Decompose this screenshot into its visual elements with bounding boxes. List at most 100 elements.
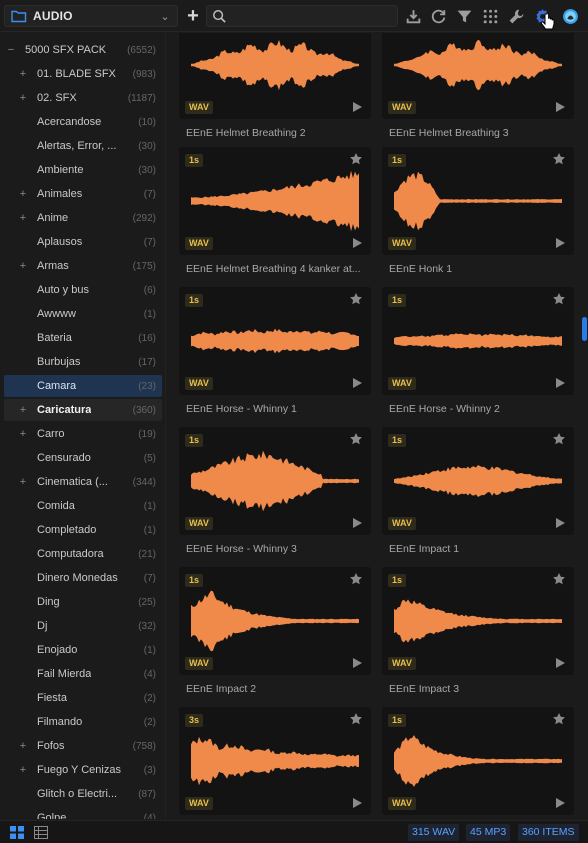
sidebar-item[interactable]: + Anime (292)	[4, 207, 162, 229]
tools-button[interactable]	[506, 6, 526, 26]
expand-icon[interactable]: +	[18, 476, 28, 488]
play-icon[interactable]	[554, 237, 566, 249]
sidebar-item[interactable]: Alertas, Error, ... (30)	[4, 135, 162, 157]
asset-card[interactable]: WAV EEnE Helmet Breathing 3	[382, 33, 574, 151]
asset-card[interactable]: 1s WAV EEnE Helmet Breathing 4 kanker at..…	[179, 147, 371, 287]
sidebar-item[interactable]: Burbujas (17)	[4, 351, 162, 373]
play-icon[interactable]	[351, 517, 363, 529]
sidebar-item[interactable]: + Cinematica (... (344)	[4, 471, 162, 493]
folder-dropdown[interactable]: AUDIO ⌄	[4, 5, 178, 27]
expand-icon[interactable]: +	[18, 92, 28, 104]
sidebar-item[interactable]: Fiesta (2)	[4, 687, 162, 709]
star-icon[interactable]	[552, 572, 566, 586]
sidebar-item[interactable]: Fail Mierda (4)	[4, 663, 162, 685]
sidebar-item[interactable]: Ding (25)	[4, 591, 162, 613]
sidebar-item[interactable]: Auto y bus (6)	[4, 279, 162, 301]
app-logo-button[interactable]	[560, 6, 580, 26]
asset-card[interactable]: 1s WAV EEnE Horse - Whinny 3	[179, 427, 371, 567]
search-box[interactable]	[206, 5, 398, 27]
scrollbar-thumb[interactable]	[582, 317, 587, 341]
asset-card[interactable]: 1s WAV	[382, 707, 574, 819]
waveform-thumbnail[interactable]: 1s WAV	[179, 287, 371, 395]
play-icon[interactable]	[351, 377, 363, 389]
sidebar-item[interactable]: Computadora (21)	[4, 543, 162, 565]
sidebar-item[interactable]: + Fofos (758)	[4, 735, 162, 757]
search-input[interactable]	[231, 8, 391, 25]
play-icon[interactable]	[554, 101, 566, 113]
waveform-thumbnail[interactable]: 1s WAV	[179, 147, 371, 255]
sidebar-item[interactable]: +01. BLADE SFX (983)	[4, 63, 162, 85]
sidebar-item[interactable]: + Carro (19)	[4, 423, 162, 445]
asset-card[interactable]: 1s WAV EEnE Horse - Whinny 2	[382, 287, 574, 427]
sidebar-item[interactable]: Camara (23)	[4, 375, 162, 397]
waveform-thumbnail[interactable]: 3s WAV	[179, 707, 371, 815]
star-icon[interactable]	[552, 152, 566, 166]
sidebar-item[interactable]: Enojado (1)	[4, 639, 162, 661]
sidebar-item[interactable]: Golpe (4)	[4, 807, 162, 819]
star-icon[interactable]	[349, 292, 363, 306]
sidebar-item[interactable]: Awwww (1)	[4, 303, 162, 325]
sidebar-item[interactable]: Ambiente (30)	[4, 159, 162, 181]
waveform-thumbnail[interactable]: 1s WAV	[382, 287, 574, 395]
list-view-icon[interactable]	[34, 826, 48, 839]
sidebar-item[interactable]: + Armas (175)	[4, 255, 162, 277]
waveform-thumbnail[interactable]: 1s WAV	[179, 427, 371, 535]
sidebar-item[interactable]: Comida (1)	[4, 495, 162, 517]
waveform-thumbnail[interactable]: WAV	[179, 33, 371, 119]
star-icon[interactable]	[552, 292, 566, 306]
sidebar-item[interactable]: + Animales (7)	[4, 183, 162, 205]
sidebar-item[interactable]: Dj (32)	[4, 615, 162, 637]
download-button[interactable]	[403, 6, 423, 26]
expand-icon[interactable]: +	[18, 740, 28, 752]
sidebar-item[interactable]: + Fuego Y Cenizas (3)	[4, 759, 162, 781]
filter-button[interactable]	[454, 6, 474, 26]
expand-icon[interactable]: +	[18, 212, 28, 224]
sidebar-item[interactable]: Censurado (5)	[4, 447, 162, 469]
asset-card[interactable]: 1s WAV EEnE Impact 2	[179, 567, 371, 707]
sidebar-item[interactable]: Acercandose (10)	[4, 111, 162, 133]
asset-card[interactable]: 1s WAV EEnE Impact 1	[382, 427, 574, 567]
waveform-thumbnail[interactable]: WAV	[382, 33, 574, 119]
play-icon[interactable]	[351, 101, 363, 113]
play-icon[interactable]	[351, 797, 363, 809]
asset-card[interactable]: 1s WAV EEnE Horse - Whinny 1	[179, 287, 371, 427]
collapse-icon[interactable]: −	[6, 44, 16, 56]
asset-card[interactable]: 1s WAV EEnE Honk 1	[382, 147, 574, 287]
star-icon[interactable]	[349, 572, 363, 586]
waveform-thumbnail[interactable]: 1s WAV	[179, 567, 371, 675]
star-icon[interactable]	[349, 152, 363, 166]
expand-icon[interactable]: +	[18, 404, 28, 416]
waveform-thumbnail[interactable]: 1s WAV	[382, 147, 574, 255]
asset-card[interactable]: 3s WAV	[179, 707, 371, 819]
grid-menu-button[interactable]	[480, 6, 500, 26]
expand-icon[interactable]: +	[18, 68, 28, 80]
play-icon[interactable]	[554, 657, 566, 669]
add-button[interactable]: +	[182, 5, 204, 27]
grid-view-icon[interactable]	[10, 826, 24, 839]
expand-icon[interactable]: +	[18, 428, 28, 440]
star-icon[interactable]	[349, 712, 363, 726]
waveform-thumbnail[interactable]: 1s WAV	[382, 707, 574, 815]
expand-icon[interactable]: +	[18, 764, 28, 776]
sidebar-item[interactable]: +02. SFX (1187)	[4, 87, 162, 109]
sidebar-item[interactable]: + Caricatura (360)	[4, 399, 162, 421]
sidebar-item[interactable]: Dinero Monedas (7)	[4, 567, 162, 589]
star-icon[interactable]	[349, 432, 363, 446]
play-icon[interactable]	[554, 377, 566, 389]
play-icon[interactable]	[554, 517, 566, 529]
star-icon[interactable]	[552, 432, 566, 446]
sidebar-item[interactable]: −5000 SFX PACK (6552)	[4, 39, 162, 61]
waveform-thumbnail[interactable]: 1s WAV	[382, 427, 574, 535]
sidebar-item[interactable]: Aplausos (7)	[4, 231, 162, 253]
sidebar-item[interactable]: Filmando (2)	[4, 711, 162, 733]
play-icon[interactable]	[351, 237, 363, 249]
asset-card[interactable]: WAV EEnE Helmet Breathing 2	[179, 33, 371, 151]
asset-card[interactable]: 1s WAV EEnE Impact 3	[382, 567, 574, 707]
sidebar-item[interactable]: Bateria (16)	[4, 327, 162, 349]
play-icon[interactable]	[554, 797, 566, 809]
play-icon[interactable]	[351, 657, 363, 669]
waveform-thumbnail[interactable]: 1s WAV	[382, 567, 574, 675]
expand-icon[interactable]: +	[18, 260, 28, 272]
sidebar-item[interactable]: Completado (1)	[4, 519, 162, 541]
sidebar-item[interactable]: Glitch o Electri... (87)	[4, 783, 162, 805]
